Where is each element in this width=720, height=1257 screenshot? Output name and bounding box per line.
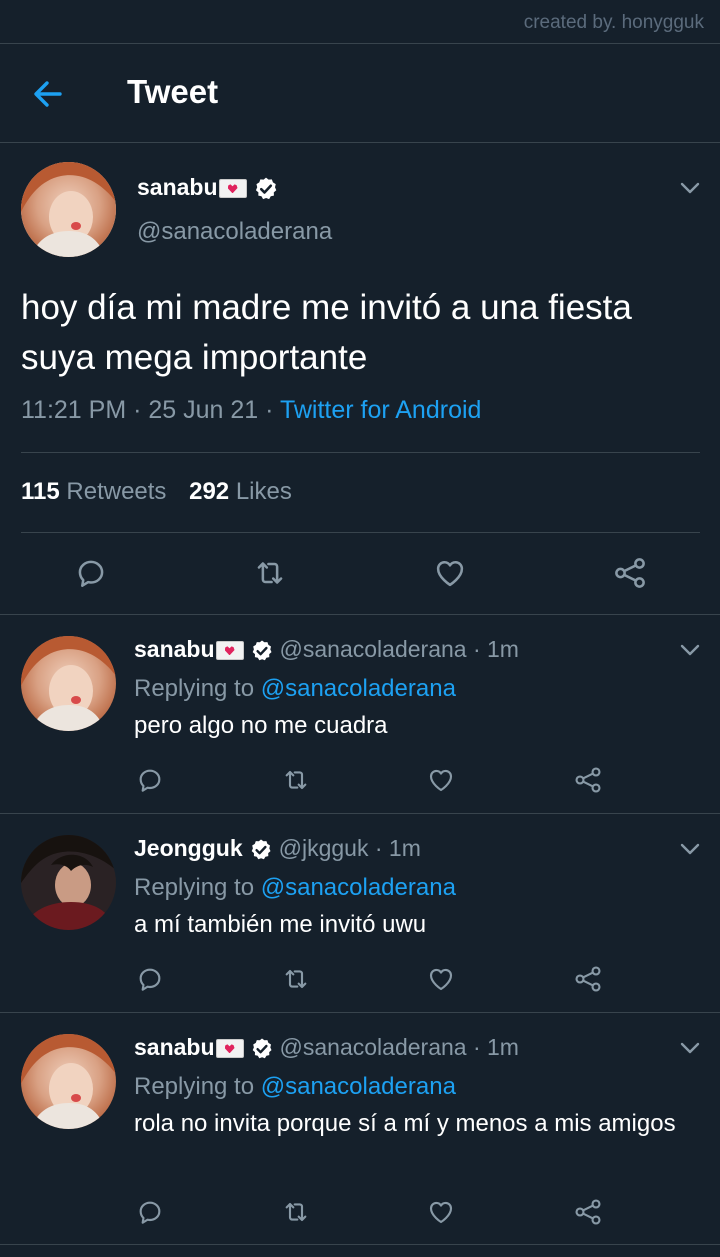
reply-handle[interactable]: @sanacoladerana · 1m: [280, 636, 519, 662]
divider: [21, 532, 700, 533]
reply-author[interactable]: sanabu @sanacoladerana · 1m: [134, 636, 519, 663]
retweet-icon[interactable]: [280, 963, 312, 995]
avatar[interactable]: [21, 162, 116, 257]
reply-author-name[interactable]: Jeongguk: [134, 835, 243, 861]
avatar[interactable]: [21, 636, 116, 731]
chevron-down-icon[interactable]: [678, 180, 702, 196]
replying-to-label: Replying to: [134, 1073, 261, 1100]
tweet-time: 11:21 PM · 25 Jun 21 ·: [21, 396, 280, 424]
verified-icon: [250, 1037, 274, 1061]
envelope-heart-emoji: [215, 641, 244, 661]
author-handle[interactable]: @sanacoladerana: [137, 218, 332, 246]
retweets-label[interactable]: Retweets: [66, 478, 166, 505]
like-icon[interactable]: [431, 554, 469, 592]
reply-icon[interactable]: [134, 963, 166, 995]
verified-icon: [249, 838, 273, 862]
reply-icon[interactable]: [72, 554, 110, 592]
retweet-icon[interactable]: [251, 554, 289, 592]
credit-text: created by. honygguk: [523, 12, 704, 33]
reply-author-name[interactable]: sanabu: [134, 636, 215, 662]
back-arrow-icon[interactable]: [30, 76, 66, 112]
likes-count[interactable]: 292: [189, 478, 229, 505]
replying-to-label: Replying to: [134, 675, 261, 702]
envelope-heart-emoji: [215, 1039, 244, 1059]
avatar[interactable]: [21, 835, 116, 930]
divider: [0, 614, 720, 615]
share-icon[interactable]: [611, 554, 649, 592]
author-name[interactable]: sanabu: [137, 174, 279, 202]
tweet-text: hoy día mi madre me invitó a una fiesta …: [21, 288, 632, 377]
reply-handle[interactable]: @sanacoladerana · 1m: [280, 1034, 519, 1060]
share-icon[interactable]: [572, 1196, 604, 1228]
replying-to: Replying to @sanacoladerana: [134, 874, 456, 902]
share-icon[interactable]: [572, 764, 604, 796]
avatar[interactable]: [21, 1034, 116, 1129]
replying-to-link[interactable]: @sanacoladerana: [261, 1073, 456, 1100]
replying-to-link[interactable]: @sanacoladerana: [261, 874, 456, 901]
chevron-down-icon[interactable]: [678, 1040, 702, 1056]
share-icon[interactable]: [572, 963, 604, 995]
retweets-count[interactable]: 115: [21, 478, 60, 505]
divider: [0, 1244, 720, 1245]
like-icon[interactable]: [425, 764, 457, 796]
verified-icon: [250, 639, 274, 663]
author-name-text[interactable]: sanabu: [137, 174, 218, 200]
replying-to-link[interactable]: @sanacoladerana: [261, 675, 456, 702]
replying-to-label: Replying to: [134, 874, 261, 901]
envelope-heart-emoji: [218, 179, 247, 199]
reply-author[interactable]: Jeongguk @jkgguk · 1m: [134, 835, 421, 862]
verified-icon: [253, 176, 279, 202]
likes-label[interactable]: Likes: [236, 478, 292, 505]
like-icon[interactable]: [425, 963, 457, 995]
replying-to: Replying to @sanacoladerana: [134, 675, 456, 703]
page-title: Tweet: [127, 73, 219, 110]
divider: [0, 813, 720, 814]
chevron-down-icon[interactable]: [678, 642, 702, 658]
header-divider: [0, 142, 720, 143]
reply-icon[interactable]: [134, 1196, 166, 1228]
retweet-icon[interactable]: [280, 764, 312, 796]
reply-author[interactable]: sanabu @sanacoladerana · 1m: [134, 1034, 519, 1061]
reply-author-name[interactable]: sanabu: [134, 1034, 215, 1060]
reply-handle[interactable]: @jkgguk · 1m: [279, 835, 421, 861]
reply-text: pero algo no me cuadra: [134, 712, 388, 739]
reply-icon[interactable]: [134, 764, 166, 796]
divider: [0, 1012, 720, 1013]
retweet-icon[interactable]: [280, 1196, 312, 1228]
tweet-source-link[interactable]: Twitter for Android: [280, 396, 481, 424]
like-icon[interactable]: [425, 1196, 457, 1228]
tweet-meta: 11:21 PM · 25 Jun 21 · Twitter for Andro…: [21, 396, 481, 425]
divider: [21, 452, 700, 453]
reply-text: rola no invita porque sí a mí y menos a …: [134, 1110, 676, 1137]
tweet-stats: 115 Retweets 292 Likes: [21, 478, 292, 506]
chevron-down-icon[interactable]: [678, 841, 702, 857]
replying-to: Replying to @sanacoladerana: [134, 1073, 456, 1101]
header: Tweet: [0, 44, 720, 142]
reply-text: a mí también me invitó uwu: [134, 911, 427, 938]
